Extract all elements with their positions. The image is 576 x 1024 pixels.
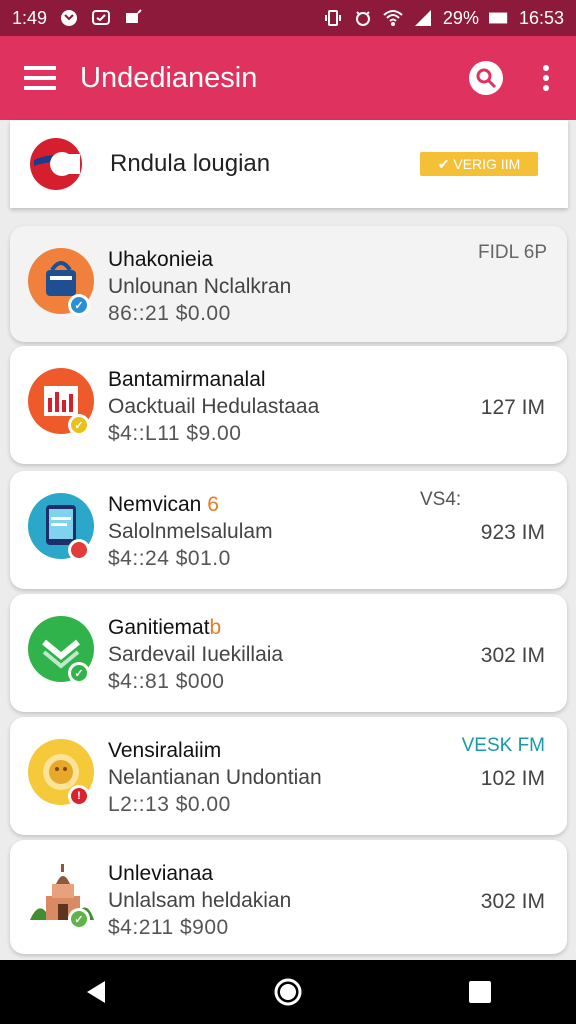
app-card-3[interactable]: Nemvican 6 Salolnmelsalulam $4::24 $01.0… — [10, 471, 567, 589]
status-bar: 1:49 29% 16:53 — [0, 0, 576, 36]
app-subtitle: Sardevail Iuekillaia — [108, 643, 284, 666]
app-card-2[interactable]: ✓ Bantamirmanalal Oacktuail Hedulastaaa … — [10, 346, 567, 464]
app-price: $4::L11 $9.00 — [108, 422, 242, 445]
app-subtitle: Oacktuail Hedulastaaa — [108, 395, 320, 418]
app-size: 302 IM — [480, 890, 545, 913]
featured-logo-icon — [30, 138, 82, 190]
app-title: Uhakonieia — [108, 248, 214, 271]
navigation-bar — [0, 960, 576, 1024]
app-tag: VS4: — [420, 489, 462, 510]
app-card-1[interactable]: ✓ Uhakonieia Unlounan Nclalkran 86::21 $… — [10, 226, 567, 342]
back-icon — [87, 981, 105, 1003]
notification-icon — [123, 9, 143, 27]
app-size: 102 IM — [480, 767, 545, 790]
status-clock: 16:53 — [518, 7, 564, 28]
app-bar: Undedianesin — [0, 36, 576, 120]
app-tag: FIDL 6P — [478, 242, 547, 263]
app-size: 923 IM — [480, 521, 545, 544]
app-title: Unlevianaa — [108, 862, 214, 885]
app-title: Undedianesin — [80, 61, 258, 94]
app-price: $4:211 $900 — [108, 916, 229, 939]
verified-badge-icon: ✓ — [68, 414, 90, 436]
verified-badge: ✔ VERIG IIM — [420, 152, 538, 176]
verified-badge-icon: ✓ — [68, 294, 90, 316]
signal-icon — [413, 9, 433, 27]
app-title: Ganitiematb — [108, 616, 222, 639]
app-price: L2::13 $0.00 — [108, 793, 231, 816]
app-price: 86::21 $0.00 — [108, 302, 231, 325]
home-button[interactable] — [248, 960, 328, 1024]
search-icon — [476, 68, 497, 89]
app-card-5[interactable]: ! Vensiralaiim Nelantianan Undontian L2:… — [10, 717, 567, 835]
app-card-4[interactable]: ✓ Ganitiematb Sardevail Iuekillaia $4::8… — [10, 594, 567, 712]
search-button[interactable] — [456, 36, 516, 120]
status-time-left: 1:49 — [12, 7, 48, 28]
app-size: 127 IM — [480, 396, 545, 419]
app-title: Bantamirmanalal — [108, 368, 266, 391]
app-price: $4::24 $01.0 — [108, 547, 231, 570]
verified-badge-icon: ✓ — [68, 908, 90, 930]
app-card-6[interactable]: ✓ Unlevianaa Unlalsam heldakian $4:211 $… — [10, 840, 567, 954]
battery-icon — [488, 9, 509, 27]
back-button[interactable] — [56, 960, 136, 1024]
featured-title: Rndula lougian — [110, 150, 271, 177]
vibrate-icon — [323, 9, 343, 27]
alert-badge-icon: ! — [68, 785, 90, 807]
app-title: Nemvican 6 — [108, 493, 219, 516]
menu-icon — [24, 66, 56, 90]
more-options-button[interactable] — [516, 36, 576, 120]
app-title: Vensiralaiim — [108, 739, 222, 762]
verified-badge-icon: ✓ — [68, 662, 90, 684]
menu-button[interactable] — [0, 36, 80, 120]
app-subtitle: Unlounan Nclalkran — [108, 275, 292, 298]
wifi-icon — [383, 9, 403, 27]
featured-card[interactable]: Rndula lougian ✔ VERIG IIM — [10, 120, 568, 208]
app-subtitle: Unlalsam heldakian — [108, 889, 292, 912]
app-tag: VESK FM — [461, 735, 545, 756]
app-price: $4::81 $000 — [108, 670, 225, 693]
message-icon — [91, 9, 111, 27]
alarm-icon — [353, 9, 373, 27]
app-subtitle: Salolnmelsalulam — [108, 520, 273, 543]
home-icon — [274, 978, 302, 1006]
battery-percent: 29% — [442, 7, 479, 28]
recents-icon — [469, 981, 491, 1003]
chat-bubble-icon — [59, 9, 79, 27]
app-size: 302 IM — [480, 644, 545, 667]
recents-button[interactable] — [440, 960, 520, 1024]
app-subtitle: Nelantianan Undontian — [108, 766, 322, 789]
more-vert-icon — [543, 65, 549, 91]
badge-icon — [68, 539, 90, 561]
